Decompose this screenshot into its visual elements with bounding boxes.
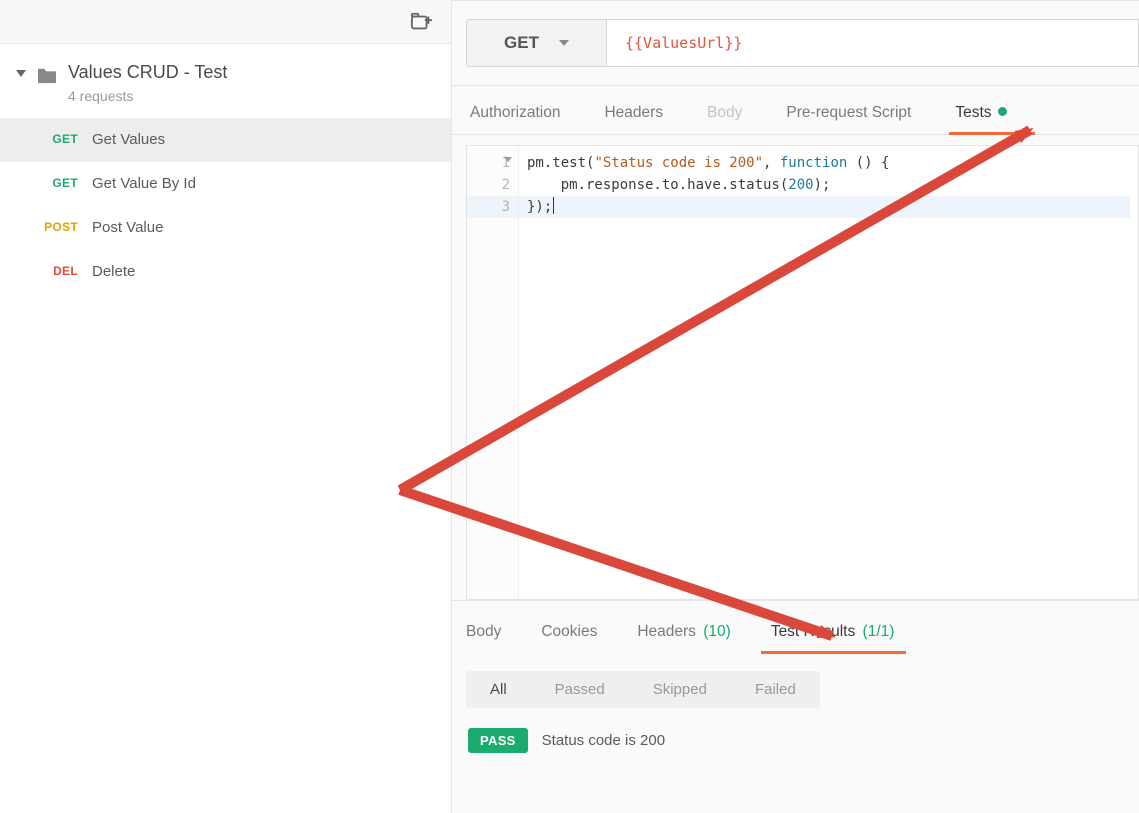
collection-title[interactable]: Values CRUD - Test <box>68 62 227 84</box>
request-tab[interactable]: Body <box>705 96 744 134</box>
request-item[interactable]: GET Get Values <box>0 118 451 162</box>
response-tab[interactable]: Test Results (1/1) <box>769 617 897 653</box>
new-tab-icon[interactable] <box>411 12 433 32</box>
filter-option[interactable]: All <box>466 671 531 708</box>
indicator-dot-icon <box>998 107 1007 116</box>
collection-subtitle: 4 requests <box>68 88 227 104</box>
pass-badge: PASS <box>468 728 528 753</box>
filter-option[interactable]: Failed <box>731 671 820 708</box>
request-item[interactable]: GET Get Value By Id <box>0 162 451 206</box>
method-badge: GET <box>34 176 78 190</box>
collapse-caret-icon[interactable] <box>16 70 26 77</box>
method-badge: GET <box>34 132 78 146</box>
sidebar: Values CRUD - Test 4 requests GET Get Val… <box>0 0 452 813</box>
request-item[interactable]: DEL Delete <box>0 250 451 294</box>
request-tabs: Authorization Headers Body Pre-request Scri… <box>452 86 1139 135</box>
method-badge: POST <box>34 220 78 234</box>
main-panel: GET Authorization Headers Body Pre-request … <box>452 0 1139 813</box>
count-badge: (1/1) <box>858 623 894 640</box>
url-bar: GET <box>452 1 1139 86</box>
method-label: GET <box>504 33 539 53</box>
request-tab[interactable]: Authorization <box>468 96 562 134</box>
test-filter-bar: AllPassedSkippedFailed <box>466 671 820 708</box>
response-tab[interactable]: Headers (10) <box>635 617 732 653</box>
filter-option[interactable]: Passed <box>531 671 629 708</box>
url-input[interactable] <box>606 19 1139 67</box>
chevron-down-icon <box>559 40 569 46</box>
test-result-row: PASS Status code is 200 <box>468 728 1139 753</box>
test-result-name: Status code is 200 <box>542 732 665 749</box>
request-item-label: Post Value <box>92 219 163 236</box>
method-badge: DEL <box>34 264 78 278</box>
request-item-label: Get Values <box>92 131 165 148</box>
response-panel: Body Cookies Headers (10) Test Results (1/1… <box>452 600 1139 753</box>
request-item[interactable]: POST Post Value <box>0 206 451 250</box>
request-item-label: Get Value By Id <box>92 175 196 192</box>
request-tab[interactable]: Tests <box>953 96 1008 134</box>
response-tab[interactable]: Cookies <box>539 617 599 653</box>
request-list: GET Get Values GET Get Value By Id POST Post … <box>0 118 451 294</box>
request-tab[interactable]: Headers <box>602 96 665 134</box>
method-dropdown[interactable]: GET <box>466 19 606 67</box>
request-tab[interactable]: Pre-request Script <box>784 96 913 134</box>
filter-option[interactable]: Skipped <box>629 671 731 708</box>
tests-editor[interactable]: 123 pm.test("Status code is 200", functi… <box>466 145 1139 600</box>
response-tab[interactable]: Body <box>464 617 503 653</box>
request-item-label: Delete <box>92 263 135 280</box>
collection-header[interactable]: Values CRUD - Test 4 requests <box>0 44 451 118</box>
folder-icon <box>36 66 58 84</box>
response-tabs: Body Cookies Headers (10) Test Results (1/1… <box>464 617 1139 653</box>
sidebar-toolbar <box>0 0 451 44</box>
count-badge: (10) <box>699 623 731 640</box>
